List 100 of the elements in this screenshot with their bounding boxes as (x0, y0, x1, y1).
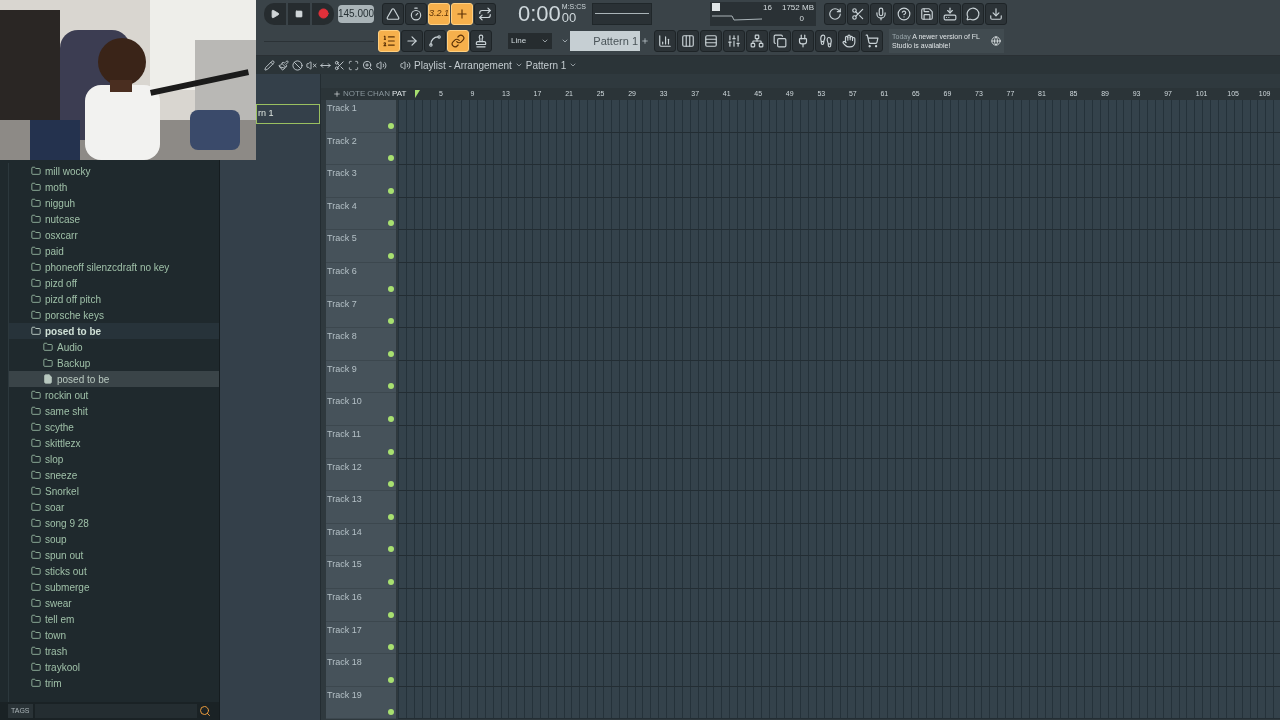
curve-button[interactable] (424, 30, 446, 53)
browser-item[interactable]: phoneoff silenzcdraft no key (9, 259, 219, 275)
track-header[interactable]: Track 2 (326, 132, 396, 166)
browser-item[interactable]: same shit (9, 403, 219, 419)
track-header[interactable]: Track 12 (326, 458, 396, 492)
delete-icon[interactable] (292, 59, 303, 71)
browser-item[interactable]: sneeze (9, 467, 219, 483)
ruler-mode-label[interactable]: PAT (391, 89, 407, 99)
select-icon[interactable] (348, 59, 359, 71)
browser-item[interactable]: skittlezx (9, 435, 219, 451)
tempo-field[interactable]: 145.000 (338, 4, 374, 23)
browser-item[interactable]: rockin out (9, 387, 219, 403)
arrow-button[interactable] (401, 30, 423, 53)
search-icon[interactable] (199, 705, 211, 717)
paint-brush-icon[interactable] (278, 59, 289, 71)
picker-item[interactable]: rn 1 (256, 104, 320, 124)
browser-button[interactable] (746, 30, 768, 53)
track-header[interactable]: Track 5 (326, 230, 396, 263)
caret-icon[interactable] (514, 61, 523, 69)
copy-button[interactable] (769, 30, 791, 53)
track-header[interactable]: Track 6 (326, 262, 396, 296)
mixer-button[interactable] (723, 30, 745, 53)
playlist-window-button[interactable] (654, 30, 676, 53)
track-header[interactable]: Track 4 (326, 197, 396, 231)
browser-item[interactable]: paid (9, 243, 219, 259)
track-header[interactable]: Track 11 (326, 425, 396, 459)
stop-button[interactable] (288, 2, 310, 25)
browser-item[interactable]: moth (9, 179, 219, 195)
ruler-mode-label[interactable]: NOTE (343, 89, 366, 99)
track-header[interactable]: Track 9 (326, 360, 396, 394)
channel-rack-button[interactable] (700, 30, 722, 53)
track-header[interactable]: Track 16 (326, 588, 396, 622)
track-header[interactable]: Track 7 (326, 295, 396, 329)
countdown-button[interactable]: 3.2.1 (428, 2, 450, 25)
browser-item[interactable]: nigguh (9, 195, 219, 211)
browser-item[interactable]: nutcase (9, 211, 219, 227)
play-button[interactable] (264, 2, 286, 25)
metronome-button[interactable] (382, 2, 404, 25)
browser-item[interactable]: posed to be (9, 323, 219, 339)
browser-item[interactable]: spun out (9, 547, 219, 563)
track-header[interactable]: Track 14 (326, 523, 396, 557)
browser-item[interactable]: pizd off pitch (9, 291, 219, 307)
browser-item[interactable]: soar (9, 499, 219, 515)
wait-input-button[interactable] (405, 2, 427, 25)
plugin-button[interactable] (792, 30, 814, 53)
save-button[interactable] (916, 2, 938, 25)
track-header[interactable]: Track 17 (326, 621, 396, 655)
playback-icon[interactable] (376, 59, 387, 71)
browser-item[interactable]: soup (9, 531, 219, 547)
track-header[interactable]: Track 1 (326, 100, 396, 133)
track-header[interactable]: Track 18 (326, 654, 396, 687)
track-header[interactable]: Track 13 (326, 491, 396, 524)
track-header[interactable]: Track 19 (326, 686, 396, 720)
track-header[interactable]: Track 8 (326, 328, 396, 361)
browser-item[interactable]: town (9, 627, 219, 643)
browser-item[interactable]: tell em (9, 611, 219, 627)
browser-item[interactable]: song 9 28 (9, 515, 219, 531)
save-as-button[interactable] (939, 2, 961, 25)
undo-button[interactable] (824, 2, 846, 25)
help-button[interactable] (893, 2, 915, 25)
browser-item[interactable]: porsche keys (9, 307, 219, 323)
browser-item[interactable]: slop (9, 451, 219, 467)
playlist-title[interactable]: Playlist - Arrangement (414, 57, 512, 73)
pattern-selector[interactable]: Pattern 1 (560, 31, 650, 52)
browser-item[interactable]: Snorkel (9, 483, 219, 499)
browser-item[interactable]: scythe (9, 419, 219, 435)
ruler-mode-label[interactable]: CHAN (367, 89, 390, 99)
browser-item[interactable]: sticks out (9, 563, 219, 579)
pencil-icon[interactable] (264, 59, 275, 71)
browser-item[interactable]: pizd off (9, 275, 219, 291)
browser-item[interactable]: traykool (9, 659, 219, 675)
stamp-button[interactable] (470, 30, 492, 53)
browser-item[interactable]: submerge (9, 579, 219, 595)
hand-button[interactable] (838, 30, 860, 53)
download-button[interactable] (985, 2, 1007, 25)
browser-item[interactable]: Audio (9, 339, 219, 355)
microphone-button[interactable] (870, 2, 892, 25)
track-header[interactable]: Track 3 (326, 165, 396, 198)
loop-record-button[interactable] (474, 2, 496, 25)
browser-item[interactable]: mill wocky (9, 163, 219, 179)
zoom-icon[interactable] (362, 59, 373, 71)
browser-item[interactable]: trim (9, 675, 219, 691)
browser-item[interactable]: trash (9, 643, 219, 659)
scissors-button[interactable] (847, 2, 869, 25)
song-mode-button[interactable] (378, 30, 400, 53)
shop-button[interactable] (861, 30, 883, 53)
caret-icon[interactable] (569, 61, 578, 69)
piano-roll-button[interactable] (677, 30, 699, 53)
playlist-pattern[interactable]: Pattern 1 (525, 57, 567, 73)
browser-item[interactable]: Backup (9, 355, 219, 371)
figure-button[interactable] (815, 30, 837, 53)
chat-button[interactable] (962, 2, 984, 25)
browser-item[interactable]: swear (9, 595, 219, 611)
snap-dropdown[interactable]: Line (508, 33, 552, 50)
step-edit-button[interactable] (451, 2, 473, 25)
browser-item[interactable]: osxcarr (9, 227, 219, 243)
slice-icon[interactable] (334, 59, 345, 71)
track-header[interactable]: Track 10 (326, 393, 396, 426)
speaker-icon[interactable] (400, 59, 411, 71)
track-header[interactable]: Track 15 (326, 556, 396, 589)
